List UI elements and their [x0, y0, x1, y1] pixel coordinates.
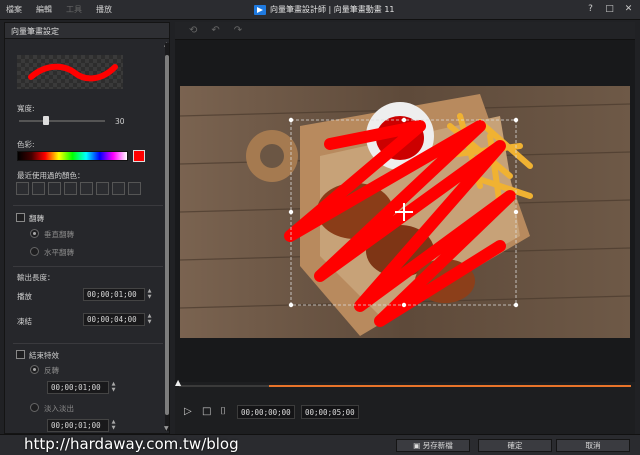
output-length-label: 輸出長度：	[17, 273, 55, 282]
settings-panel: 向量筆畫設定 寬度: 30 色彩: 最近使用過的顏色： 翻轉 垂直翻轉 水平翻轉…	[4, 22, 170, 434]
reset-icon[interactable]: ⟲	[189, 25, 197, 36]
current-color-swatch[interactable]	[133, 150, 145, 162]
preview-image	[180, 86, 630, 338]
recent-color-slot[interactable]	[64, 182, 77, 195]
save-as-new-label: 另存新檔	[422, 441, 453, 450]
redo-icon[interactable]: ↷	[234, 25, 242, 36]
recent-color-slot[interactable]	[48, 182, 61, 195]
recent-colors-label: 最近使用過的顏色：	[17, 171, 85, 180]
window-controls: ? □ ✕	[585, 3, 634, 14]
menu-tools: 工具	[66, 5, 82, 14]
timeline-track[interactable]	[179, 385, 631, 387]
hold-time-stepper[interactable]: ▲ ▼	[146, 313, 153, 326]
recent-color-slot[interactable]	[32, 182, 45, 195]
title-bar: 檔案 編輯 工具 播放 向量筆畫設計師 | 向量筆畫動畫 11 ? □ ✕	[0, 0, 640, 20]
scrollbar-thumb[interactable]	[165, 55, 169, 415]
window-title-text: 向量筆畫設計師 | 向量筆畫動畫 11	[270, 5, 395, 14]
end-effect-label: 結束特效	[29, 351, 59, 360]
menu-bar: 檔案 編輯 工具 播放	[6, 4, 112, 15]
help-button[interactable]: ?	[585, 3, 596, 14]
window-title: 向量筆畫設計師 | 向量筆畫動畫 11	[254, 4, 395, 15]
reverse-time-stepper[interactable]: ▲ ▼	[110, 381, 117, 394]
playhead-icon[interactable]: ▲	[175, 378, 181, 387]
recent-colors	[16, 182, 141, 195]
flip-checkbox[interactable]	[16, 213, 25, 222]
snapshot-icon[interactable]: ⌷	[220, 406, 226, 417]
end-effect-checkbox[interactable]	[16, 350, 25, 359]
menu-edit[interactable]: 編輯	[36, 4, 52, 15]
divider	[13, 266, 163, 267]
horizontal-flip-label: 水平翻轉	[44, 248, 74, 257]
color-label: 色彩:	[17, 140, 35, 149]
brush-preview	[17, 55, 123, 89]
app-logo-icon	[254, 4, 266, 15]
playback-time-input[interactable]: 00;00;01;00	[83, 288, 145, 301]
fade-time-input[interactable]: 00;00;01;00	[47, 419, 109, 432]
fade-label: 淡入淡出	[44, 404, 74, 413]
divider	[13, 343, 163, 344]
hold-label: 凍結	[17, 317, 32, 326]
width-slider-handle[interactable]	[43, 116, 49, 125]
width-label: 寬度:	[17, 104, 35, 113]
viewer-toolbar: ⟲ ↶ ↷	[175, 22, 635, 40]
playback-time-stepper[interactable]: ▲ ▼	[146, 288, 153, 301]
panel-scrollbar[interactable]	[165, 43, 169, 431]
vertical-flip-label: 垂直翻轉	[44, 230, 74, 239]
flip-label: 翻轉	[29, 214, 44, 223]
cancel-button[interactable]: 取消	[556, 439, 630, 452]
menu-play[interactable]: 播放	[96, 4, 112, 15]
total-time: 00;00;05;00	[301, 405, 359, 419]
vertical-flip-radio[interactable]	[30, 229, 39, 238]
close-icon[interactable]: ✕	[623, 3, 634, 14]
recent-color-slot[interactable]	[128, 182, 141, 195]
width-value: 30	[115, 117, 125, 126]
reverse-label: 反轉	[44, 366, 59, 375]
scroll-down-icon[interactable]: ▼	[164, 425, 169, 432]
recent-color-slot[interactable]	[112, 182, 125, 195]
maximize-icon[interactable]: □	[604, 3, 615, 14]
play-icon[interactable]: ▷	[184, 406, 192, 417]
horizontal-flip-radio[interactable]	[30, 247, 39, 256]
save-as-new-button[interactable]: ▣ 另存新檔	[396, 439, 470, 452]
fade-time-stepper[interactable]: ▲ ▼	[110, 419, 117, 432]
recent-color-slot[interactable]	[96, 182, 109, 195]
width-slider[interactable]	[19, 116, 105, 125]
timeline-progress	[269, 385, 631, 387]
fade-radio[interactable]	[30, 403, 39, 412]
divider	[13, 205, 163, 206]
menu-file[interactable]: 檔案	[6, 4, 22, 15]
panel-title: 向量筆畫設定	[5, 23, 169, 39]
undo-icon[interactable]: ↶	[211, 25, 219, 36]
hold-time-input[interactable]: 00;00;04;00	[83, 313, 145, 326]
watermark: http://hardaway.com.tw/blog	[24, 435, 239, 453]
brush-stroke-preview	[28, 63, 118, 82]
color-spectrum[interactable]	[17, 151, 128, 161]
reverse-time-input[interactable]: 00;00;01;00	[47, 381, 109, 394]
current-time: 00;00;00;00	[237, 405, 295, 419]
save-icon: ▣	[413, 441, 423, 450]
preview-viewer: ⟲ ↶ ↷ ▲ ▷ □ ⌷ 00;00;00;00 00;00;05;00	[175, 22, 635, 434]
recent-color-slot[interactable]	[16, 182, 29, 195]
preview-canvas[interactable]	[180, 86, 630, 338]
reverse-radio[interactable]	[30, 365, 39, 374]
recent-color-slot[interactable]	[80, 182, 93, 195]
stop-icon[interactable]: □	[202, 406, 211, 417]
ok-button[interactable]: 確定	[478, 439, 552, 452]
playback-label: 播放	[17, 292, 32, 301]
